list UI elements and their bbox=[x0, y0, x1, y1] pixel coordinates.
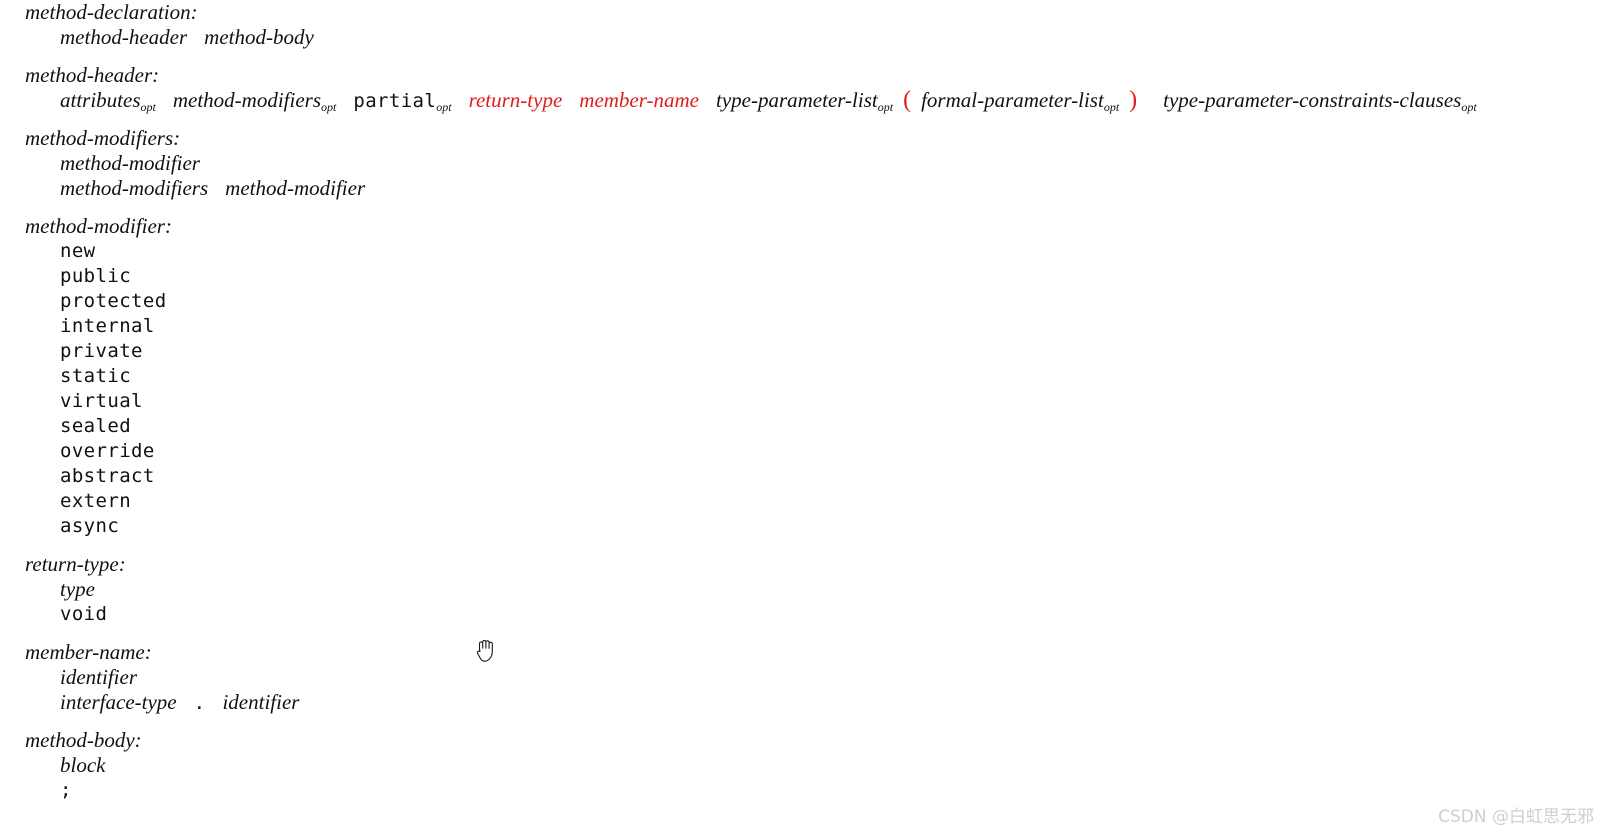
keyword-label: sealed bbox=[60, 415, 132, 437]
token-formal-parameter-list: formal-parameter-list bbox=[921, 88, 1104, 112]
subscript-opt: opt bbox=[321, 100, 337, 115]
keyword-label: async bbox=[60, 515, 120, 537]
production-alternative: method-modifier bbox=[0, 151, 1606, 176]
token-interface-type: interface-type bbox=[60, 690, 177, 714]
subscript-opt: opt bbox=[877, 100, 894, 115]
token-type-parameter-constraints-clauses: type-parameter-constraints-clauses bbox=[1163, 88, 1462, 112]
production-head: method-header: bbox=[0, 63, 1606, 88]
token-method-modifiers: method-modifiers bbox=[60, 176, 209, 200]
token-close-paren: ) bbox=[1129, 87, 1138, 113]
production-method-header: method-header: attributesopt method-modif… bbox=[0, 63, 1606, 115]
keyword-extern: extern bbox=[0, 489, 1606, 514]
token-block: block bbox=[60, 753, 106, 777]
production-head: member-name: bbox=[0, 640, 1606, 665]
keyword-virtual: virtual bbox=[0, 389, 1606, 414]
token-semicolon: ; bbox=[60, 779, 72, 801]
production-method-modifier: method-modifier: new public protected in… bbox=[0, 214, 1606, 539]
keyword-private: private bbox=[0, 339, 1606, 364]
production-alternative: void bbox=[0, 602, 1606, 627]
production-alternative: identifier bbox=[0, 665, 1606, 690]
production-alternative: interface-type. identifier bbox=[0, 690, 1606, 715]
production-method-declaration: method-declaration: method-header method-… bbox=[0, 0, 1606, 50]
production-alternative: type bbox=[0, 577, 1606, 602]
keyword-label: override bbox=[60, 440, 155, 462]
production-alternative: attributesopt method-modifiersopt partialo… bbox=[0, 87, 1606, 115]
keyword-label: extern bbox=[60, 490, 132, 512]
production-head: method-modifier: bbox=[0, 214, 1606, 239]
token-method-modifier: method-modifier bbox=[225, 176, 366, 200]
keyword-new: new bbox=[0, 239, 1606, 264]
keyword-public: public bbox=[0, 264, 1606, 289]
subscript-opt: opt bbox=[1103, 100, 1120, 115]
keyword-async: async bbox=[0, 514, 1606, 539]
nonterminal-label: method-declaration: bbox=[25, 0, 198, 24]
token-method-modifiers: method-modifiers bbox=[172, 88, 322, 112]
grammar-document: method-declaration: method-header method-… bbox=[0, 0, 1606, 839]
nonterminal-label: member-name: bbox=[25, 640, 152, 664]
token-type: type bbox=[60, 577, 95, 601]
token-method-header: method-header bbox=[60, 25, 188, 49]
keyword-label: new bbox=[60, 240, 96, 262]
token-method-modifier: method-modifier bbox=[60, 151, 200, 175]
keyword-static: static bbox=[0, 364, 1606, 389]
keyword-label: virtual bbox=[60, 390, 143, 412]
production-head: method-modifiers: bbox=[0, 126, 1606, 151]
production-head: method-body: bbox=[0, 728, 1606, 753]
token-return-type: return-type bbox=[468, 88, 563, 112]
keyword-sealed: sealed bbox=[0, 414, 1606, 439]
nonterminal-label: method-header: bbox=[25, 63, 160, 87]
nonterminal-label: method-modifier: bbox=[25, 214, 172, 238]
token-dot: . bbox=[193, 692, 206, 714]
production-return-type: return-type: type void bbox=[0, 552, 1606, 627]
subscript-opt: opt bbox=[436, 100, 452, 115]
keyword-abstract: abstract bbox=[0, 464, 1606, 489]
production-alternative: block bbox=[0, 753, 1606, 778]
token-member-name: member-name bbox=[579, 88, 699, 112]
keyword-void: void bbox=[60, 603, 108, 625]
production-member-name: member-name: identifier interface-type. i… bbox=[0, 640, 1606, 715]
production-alternative: method-header method-body bbox=[0, 25, 1606, 50]
token-open-paren: ( bbox=[903, 87, 912, 113]
csdn-watermark: CSDN @白虹思无邪 bbox=[1438, 807, 1594, 827]
keyword-label: public bbox=[60, 265, 132, 287]
keyword-label: protected bbox=[60, 290, 167, 312]
token-partial: partial bbox=[353, 90, 437, 112]
production-method-body: method-body: block ; bbox=[0, 728, 1606, 803]
keyword-label: internal bbox=[60, 315, 155, 337]
keyword-internal: internal bbox=[0, 314, 1606, 339]
token-attributes: attributes bbox=[60, 88, 141, 112]
token-type-parameter-list: type-parameter-list bbox=[716, 88, 878, 112]
token-method-body: method-body bbox=[204, 25, 314, 49]
production-head: return-type: bbox=[0, 552, 1606, 577]
keyword-label: private bbox=[60, 340, 143, 362]
production-alternative: method-modifiers method-modifier bbox=[0, 176, 1606, 201]
nonterminal-label: return-type: bbox=[25, 552, 126, 576]
subscript-opt: opt bbox=[140, 100, 156, 115]
nonterminal-label: method-body: bbox=[25, 728, 142, 752]
nonterminal-label: method-modifiers: bbox=[25, 126, 181, 150]
keyword-label: abstract bbox=[60, 465, 155, 487]
keyword-override: override bbox=[0, 439, 1606, 464]
token-identifier: identifier bbox=[222, 690, 300, 714]
keyword-label: static bbox=[60, 365, 132, 387]
keyword-protected: protected bbox=[0, 289, 1606, 314]
subscript-opt: opt bbox=[1461, 100, 1477, 115]
token-identifier: identifier bbox=[60, 665, 137, 689]
production-alternative: ; bbox=[0, 778, 1606, 803]
production-method-modifiers: method-modifiers: method-modifier method… bbox=[0, 126, 1606, 201]
production-head: method-declaration: bbox=[0, 0, 1606, 25]
